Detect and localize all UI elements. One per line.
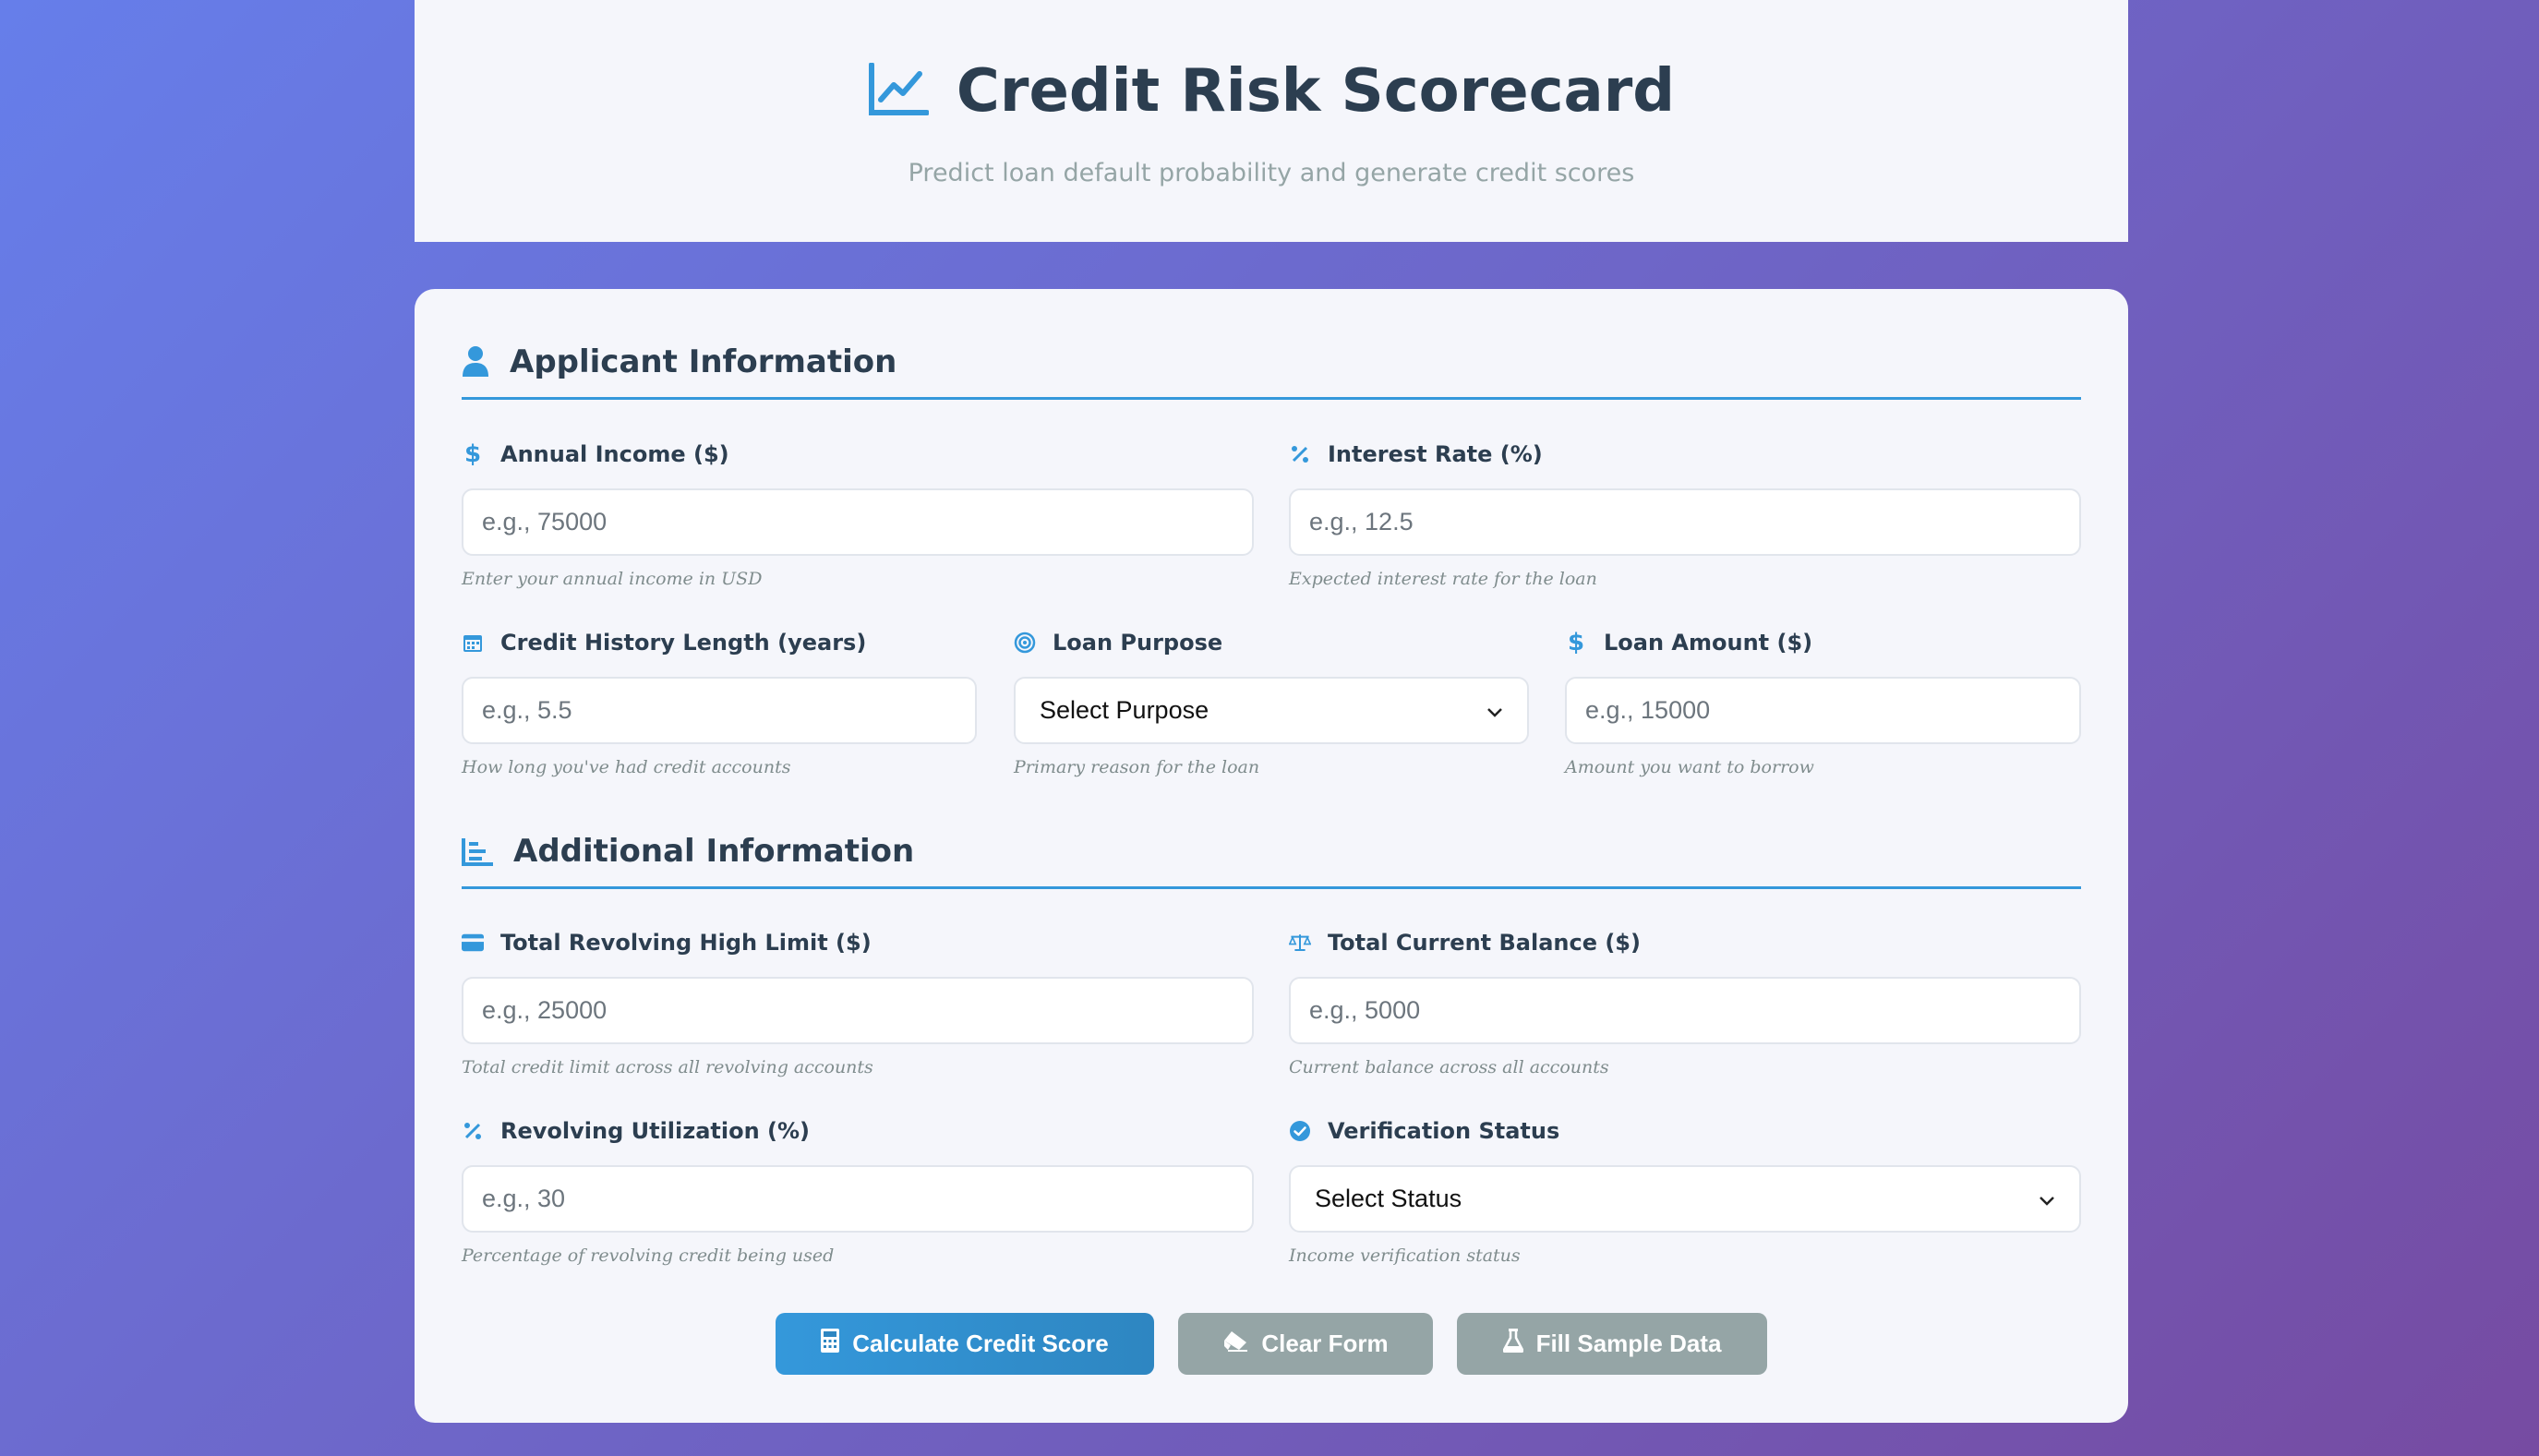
- current-balance-group: Total Current Balance ($) Current balanc…: [1289, 929, 2081, 1077]
- revolving-limit-hint: Total credit limit across all revolving …: [462, 1057, 873, 1077]
- loan-purpose-value: Select Purpose: [1040, 696, 1209, 724]
- page-header: Credit Risk Scorecard Predict loan defau…: [415, 0, 2128, 242]
- percent-icon: [1289, 443, 1311, 465]
- percent-icon: [462, 1120, 484, 1142]
- interest-rate-label: Interest Rate (%): [1328, 441, 1543, 467]
- section-applicant-header: Applicant Information: [462, 289, 2081, 400]
- chart-line-icon: [868, 62, 930, 120]
- fill-sample-button-label: Fill Sample Data: [1535, 1330, 1722, 1357]
- section-applicant-title: Applicant Information: [510, 343, 897, 380]
- annual-income-input[interactable]: [462, 488, 1254, 556]
- loan-amount-label: Loan Amount ($): [1604, 630, 1813, 656]
- target-icon: [1014, 632, 1036, 654]
- revolving-util-group: Revolving Utilization (%) Percentage of …: [462, 1117, 1254, 1266]
- credit-history-hint: How long you've had credit accounts: [462, 757, 791, 777]
- eraser-icon: [1222, 1330, 1248, 1358]
- calculate-button[interactable]: Calculate Credit Score: [776, 1313, 1154, 1375]
- dollar-icon: $: [1567, 629, 1585, 656]
- form-actions: Calculate Credit Score Clear Form Fill S…: [415, 1313, 2128, 1375]
- credit-card-icon: [462, 932, 484, 954]
- page-subtitle: Predict loan default probability and gen…: [908, 159, 1635, 187]
- check-circle-icon: [1289, 1120, 1311, 1142]
- interest-rate-group: Interest Rate (%) Expected interest rate…: [1289, 440, 2081, 589]
- verification-label: Verification Status: [1328, 1118, 1560, 1144]
- chevron-down-icon: [1486, 696, 1503, 725]
- calculator-icon: [821, 1329, 840, 1359]
- fill-sample-button[interactable]: Fill Sample Data: [1457, 1313, 1767, 1375]
- loan-amount-group: $ Loan Amount ($) Amount you want to bor…: [1565, 629, 2081, 777]
- section-additional-header: Additional Information: [462, 777, 2081, 889]
- loan-amount-input[interactable]: [1565, 677, 2081, 744]
- clear-form-button-label: Clear Form: [1261, 1330, 1389, 1357]
- loan-purpose-hint: Primary reason for the loan: [1014, 757, 1260, 777]
- dollar-icon: $: [463, 440, 482, 468]
- credit-history-group: Credit History Length (years) How long y…: [462, 629, 977, 777]
- verification-group: Verification Status Select Status Income…: [1289, 1117, 2081, 1266]
- header-title-row: Credit Risk Scorecard: [415, 57, 2128, 126]
- annual-income-label: Annual Income ($): [500, 441, 729, 467]
- current-balance-label: Total Current Balance ($): [1328, 930, 1641, 956]
- revolving-limit-label: Total Revolving High Limit ($): [500, 930, 872, 956]
- interest-rate-hint: Expected interest rate for the loan: [1289, 569, 1597, 589]
- current-balance-hint: Current balance across all accounts: [1289, 1057, 1609, 1077]
- credit-history-label: Credit History Length (years): [500, 630, 867, 656]
- loan-purpose-group: Loan Purpose Select Purpose Primary reas…: [1014, 629, 1529, 777]
- page-title: Credit Risk Scorecard: [956, 57, 1676, 126]
- interest-rate-input[interactable]: [1289, 488, 2081, 556]
- form-card: Applicant Information $ Annual Income ($…: [415, 289, 2128, 1423]
- verification-value: Select Status: [1315, 1185, 1462, 1212]
- revolving-util-label: Revolving Utilization (%): [500, 1118, 811, 1144]
- annual-income-hint: Enter your annual income in USD: [462, 569, 763, 589]
- revolving-limit-group: Total Revolving High Limit ($) Total cre…: [462, 929, 1254, 1077]
- annual-income-group: $ Annual Income ($) Enter your annual in…: [462, 440, 1254, 589]
- loan-purpose-select[interactable]: Select Purpose: [1014, 677, 1529, 744]
- calendar-icon: [462, 632, 484, 654]
- revolving-util-input[interactable]: [462, 1165, 1254, 1233]
- current-balance-input[interactable]: [1289, 977, 2081, 1044]
- revolving-util-hint: Percentage of revolving credit being use…: [462, 1245, 835, 1266]
- scale-icon: [1289, 932, 1311, 954]
- flask-icon: [1502, 1329, 1524, 1359]
- verification-select[interactable]: Select Status: [1289, 1165, 2081, 1233]
- loan-purpose-label: Loan Purpose: [1053, 630, 1223, 656]
- bar-chart-icon: [462, 838, 493, 870]
- calculate-button-label: Calculate Credit Score: [852, 1330, 1109, 1357]
- revolving-limit-input[interactable]: [462, 977, 1254, 1044]
- verification-hint: Income verification status: [1289, 1245, 1521, 1266]
- chevron-down-icon: [2039, 1185, 2055, 1213]
- loan-amount-hint: Amount you want to borrow: [1565, 757, 1814, 777]
- section-additional-title: Additional Information: [513, 833, 915, 870]
- credit-history-input[interactable]: [462, 677, 977, 744]
- clear-form-button[interactable]: Clear Form: [1178, 1313, 1433, 1375]
- user-icon: [462, 345, 489, 380]
